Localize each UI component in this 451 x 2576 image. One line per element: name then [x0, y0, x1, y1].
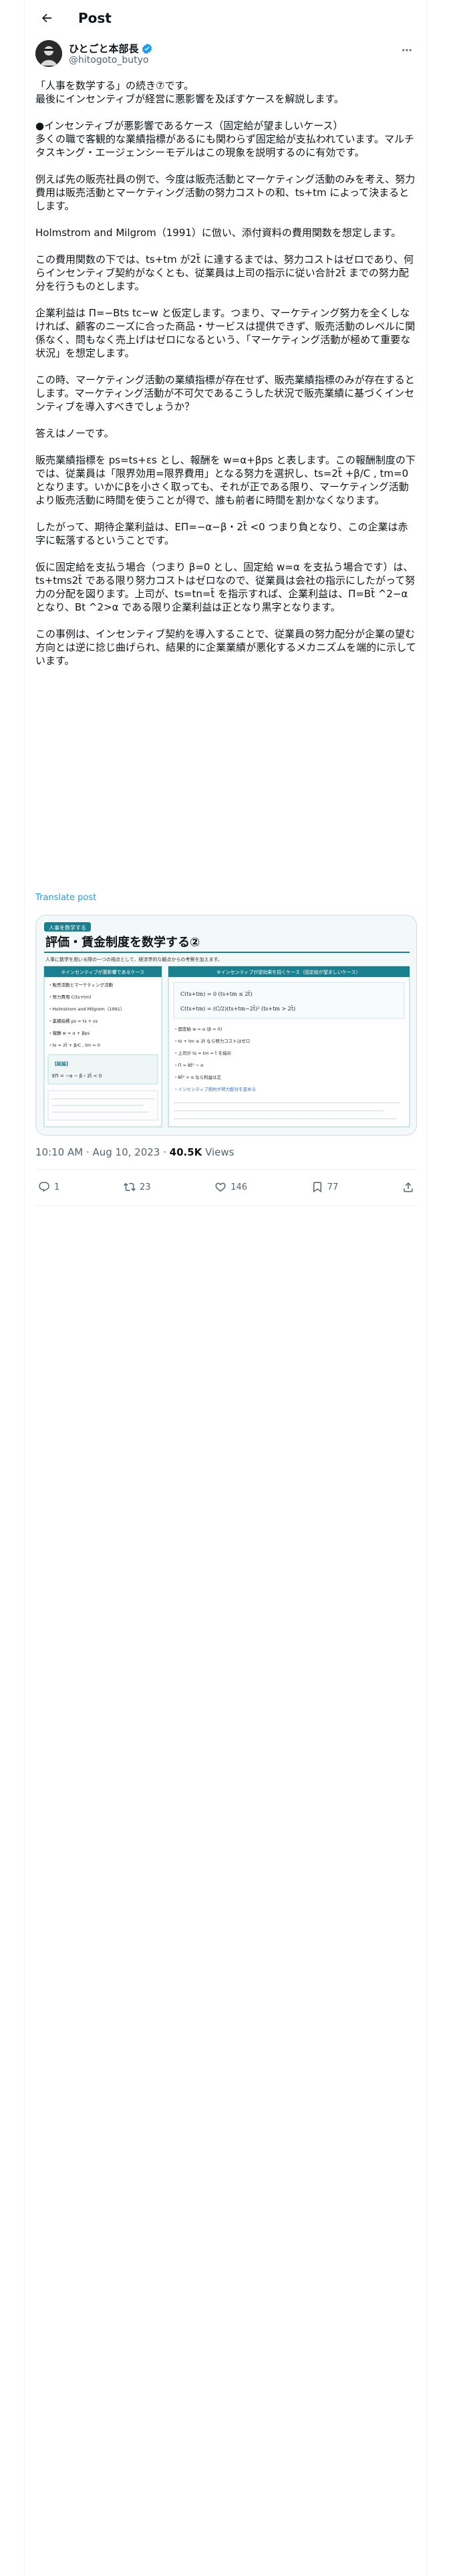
tweet-paragraph: この事例は、インセンティブ契約を導入することで、従業員の努力配分が企業の望む方向…	[35, 628, 416, 667]
page-title: Post	[78, 9, 112, 26]
post-meta: 10:10 AM · Aug 10, 2023 · 40.5K Views	[35, 1146, 235, 1158]
translate-post-link[interactable]: Translate post	[35, 893, 96, 903]
tweet-paragraph: Holmstrom and Milgrom（1991）に倣い、添付資料の費用関数…	[35, 227, 402, 239]
slide-right-line: ・Bt̄² > α なら利益は正	[174, 1074, 222, 1080]
slide-right-line: ・Π = Bt̄² − α	[174, 1062, 203, 1068]
tweet-paragraph: 販売業績指標を ps=ts+εs とし、報酬を w=α+βps と表します。この…	[35, 454, 416, 506]
like-count: 146	[231, 1182, 248, 1192]
tweet-paragraph: 「人事を数学する」の続き⑦です。 最後にインセンティブが経営に悪影響を及ぼすケー…	[35, 80, 344, 105]
attached-image[interactable]: 人事を数学する 評価・賃金制度を数学する② 人事に数学を用いる際の一つの視点とし…	[35, 915, 417, 1136]
tweet-paragraph: ●インセンティブが悪影響であるケース（固定給が望ましいケース） 多くの職で客観的…	[35, 120, 415, 158]
slide-formula: C(ts+tm) = (C/2)(ts+tm−2t̄)² (ts+tm > 2t…	[180, 1005, 295, 1012]
author-row: ひとごと本部長 @hitogoto_butyo	[35, 40, 417, 72]
heart-icon	[215, 1182, 226, 1192]
reply-icon	[39, 1182, 49, 1192]
more-icon	[402, 49, 412, 51]
arrow-left-icon	[42, 13, 52, 22]
slide-right-heading: ⑥インセンティブが逆効果を招くケース（固定給が望ましいケース）	[216, 969, 360, 975]
reply-count: 1	[54, 1182, 60, 1192]
slide-right-line: ・固定給 w = α (β = 0)	[174, 1026, 222, 1032]
bookmark-count: 77	[327, 1182, 339, 1192]
views-label: Views	[202, 1146, 235, 1158]
repost-icon	[124, 1182, 136, 1192]
slide-formula: C(ts+tm) = 0 (ts+tm ≤ 2t̄)	[180, 990, 253, 997]
views-count: 40.5K	[169, 1146, 202, 1158]
slide-right-line: ・上司が ts = tm = t̄ を指示	[174, 1050, 232, 1056]
slide-subtitle: 人事に数学を用いる際の一つの視点として、経済学的な観点からの考察を加えます。	[45, 956, 222, 962]
tweet-text: 「人事を数学する」の続き⑦です。 最後にインセンティブが経営に悪影響を及ぼすケー…	[35, 79, 417, 667]
action-bar: 1 23 146 77	[35, 1177, 417, 1197]
display-name[interactable]: ひとごと本部長	[69, 41, 139, 56]
slide-left-line: 【結論】	[52, 1061, 71, 1067]
slide-header-tag: 人事を数学する	[49, 924, 86, 931]
avatar[interactable]	[35, 40, 62, 67]
slide-left-line: ・業績指標 ps = ts + εs	[48, 1018, 98, 1024]
post-column: Post ひとごと本部長 @hitogoto_butyo 「人事を数学する」の続…	[24, 0, 427, 2576]
slide-left-heading: ②インセンティブが悪影響であるケース	[61, 969, 144, 975]
more-options-button[interactable]	[397, 40, 417, 60]
slide-left-line: ・ts = 2t̄ + β/C , tm = 0	[48, 1042, 100, 1048]
user-handle[interactable]: @hitogoto_butyo	[69, 55, 148, 66]
top-bar: Post	[25, 0, 428, 35]
slide-right-line: ・ts + tm ≤ 2t̄ なら努力コストはゼロ	[174, 1038, 250, 1044]
tweet-paragraph: この時、マーケティング活動の業績指標が存在せず、販売業績指標のみが存在するとしま…	[35, 374, 415, 413]
slide-left-line: ・努力費用 C(ts+tm)	[48, 994, 91, 1000]
divider	[35, 1205, 417, 1206]
tweet-paragraph: したがって、期待企業利益は、EΠ=−α−β・2t̄ <0 つまり負となり、この企…	[35, 521, 408, 546]
tweet-paragraph: 答えはノーです。	[35, 427, 114, 439]
bookmark-icon	[313, 1182, 321, 1193]
bookmark-button[interactable]: 77	[311, 1181, 339, 1193]
tweet-paragraph: 例えば先の販売社員の例で、今度は販売活動とマーケティング活動のみを考え、努力費用…	[35, 173, 416, 212]
share-icon	[404, 1182, 413, 1192]
slide-left-line: EΠ = −α − β・2t̄ < 0	[52, 1073, 102, 1079]
slide-document: 人事を数学する 評価・賃金制度を数学する② 人事に数学を用いる際の一つの視点とし…	[36, 916, 416, 1135]
divider	[35, 1169, 417, 1170]
slide-left-line: ・販売活動とマーケティング活動	[48, 982, 113, 988]
back-button[interactable]	[35, 7, 58, 29]
slide-title: 評価・賃金制度を数学する②	[45, 935, 200, 950]
reply-button[interactable]: 1	[38, 1181, 59, 1193]
slide-left-line: ・Holmstrom and Milgrom（1991）	[48, 1006, 124, 1012]
slide-right-line: ・インセンティブ契約が努力配分を歪める	[174, 1086, 256, 1092]
like-button[interactable]: 146	[214, 1181, 247, 1193]
tweet-paragraph: 仮に固定給を支払う場合（つまり β=0 とし、固定給 w=α を支払う場合です）…	[35, 561, 416, 613]
repost-button[interactable]: 23	[124, 1181, 151, 1193]
verified-badge-icon	[142, 43, 152, 54]
post-timestamp[interactable]: 10:10 AM · Aug 10, 2023 ·	[35, 1146, 170, 1158]
tweet-paragraph: 企業利益は Π=−Bts tc−w と仮定します。つまり、マーケティング努力を全…	[35, 307, 416, 359]
avatar-image	[35, 40, 62, 67]
slide-left-line: ・報酬 w = α + βps	[48, 1030, 90, 1036]
repost-count: 23	[139, 1182, 151, 1192]
tweet-paragraph: この費用関数の下では、ts+tm が2t̄ に達するまでは、努力コストはゼロであ…	[35, 253, 414, 292]
share-button[interactable]	[402, 1181, 414, 1193]
